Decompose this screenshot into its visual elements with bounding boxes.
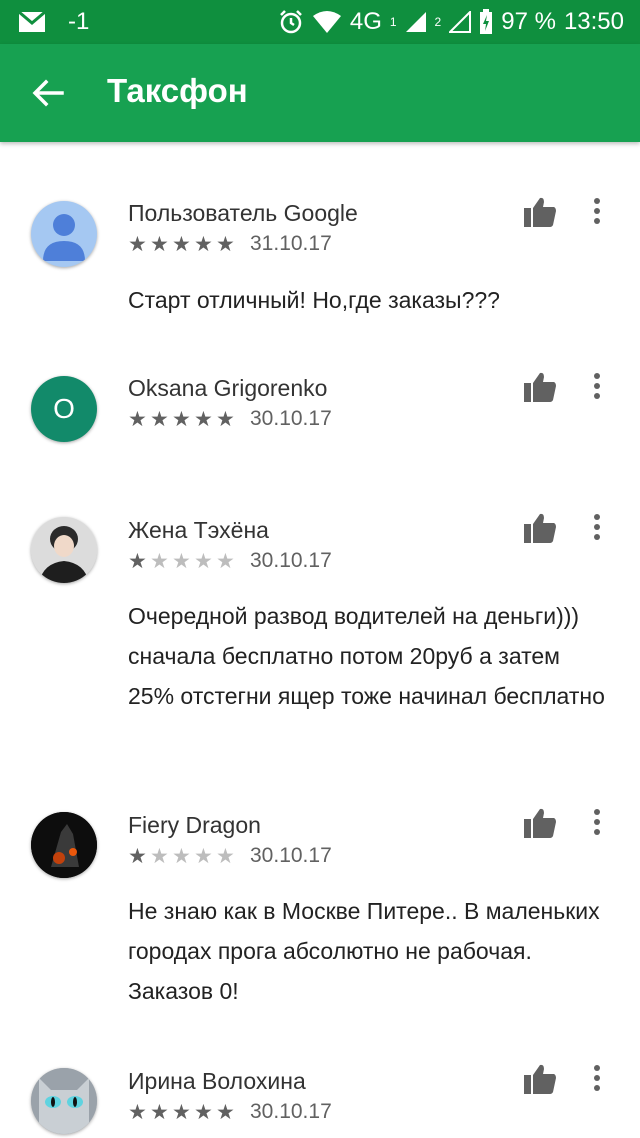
rating-stars: ★ ★ ★ ★ ★ <box>128 844 235 868</box>
avatar <box>31 812 97 878</box>
rating-stars: ★ ★ ★ ★ ★ <box>128 549 235 573</box>
clock: 13:50 <box>563 8 624 35</box>
rating-stars: ★ ★ ★ ★ ★ <box>128 1100 235 1124</box>
user-photo-icon <box>31 517 97 583</box>
page-title: Таксфон <box>107 72 248 109</box>
review-item: O Oksana Grigorenko ★ ★ ★ ★ ★ 30.10.17 <box>0 342 640 492</box>
review-meta: ★ ★ ★ ★ ★ 31.10.17 <box>128 232 332 256</box>
thumbs-up-icon[interactable] <box>523 807 557 839</box>
more-options-button[interactable] <box>582 510 612 544</box>
review-author: Oksana Grigorenko <box>128 375 328 401</box>
review-author: Fiery Dragon <box>128 812 261 838</box>
default-user-icon <box>43 214 85 261</box>
thumbs-up-icon[interactable] <box>523 512 557 544</box>
review-date: 30.10.17 <box>250 1100 332 1123</box>
wifi-icon <box>312 11 341 33</box>
review-date: 31.10.17 <box>250 232 332 255</box>
review-meta: ★ ★ ★ ★ ★ 30.10.17 <box>128 407 332 431</box>
more-options-button[interactable] <box>582 1061 612 1095</box>
more-options-button[interactable] <box>582 369 612 403</box>
review-item: Fiery Dragon ★ ★ ★ ★ ★ 30.10.17 Не знаю как … <box>0 787 640 1042</box>
review-date: 30.10.17 <box>250 844 332 867</box>
battery-charging-icon <box>480 9 493 34</box>
review-text: Старт отличный! Но,где заказы??? <box>128 287 500 313</box>
notification-count: -1 <box>68 8 90 35</box>
avatar: O <box>31 376 97 442</box>
sim2-label: 2 <box>434 15 442 29</box>
app-bar: Таксфон <box>0 44 640 142</box>
status-bar: -1 4G 1 2 97 % 13:50 <box>0 0 640 44</box>
review-meta: ★ ★ ★ ★ ★ 30.10.17 <box>128 1100 332 1124</box>
network-type: 4G <box>349 8 382 35</box>
gmail-icon <box>18 11 46 32</box>
more-options-button[interactable] <box>582 194 612 228</box>
review-author: Жена Тэхёна <box>128 517 269 543</box>
avatar-letter: O <box>53 393 75 424</box>
review-item: Жена Тэхёна ★ ★ ★ ★ ★ 30.10.17 Очередной раз… <box>0 492 640 787</box>
thumbs-up-icon[interactable] <box>523 1063 557 1095</box>
review-text: Не знаю как в Москве Питере.. В маленьки… <box>128 898 600 1004</box>
review-text: Очередной развод водителей на деньги))) … <box>128 603 605 709</box>
thumbs-up-icon[interactable] <box>523 371 557 403</box>
battery-level: 97 % <box>501 8 556 35</box>
avatar <box>31 517 97 583</box>
review-item: Пользователь Google ★ ★ ★ ★ ★ 31.10.17 Старт… <box>0 142 640 342</box>
signal-icon <box>405 12 426 32</box>
avatar <box>31 1068 97 1134</box>
sim1-label: 1 <box>389 15 397 29</box>
rating-stars: ★ ★ ★ ★ ★ <box>128 232 235 256</box>
avatar <box>31 201 97 267</box>
rating-stars: ★ ★ ★ ★ ★ <box>128 407 235 431</box>
review-meta: ★ ★ ★ ★ ★ 30.10.17 <box>128 844 332 868</box>
back-arrow-icon[interactable] <box>28 73 68 113</box>
review-author: Ирина Волохина <box>128 1068 306 1094</box>
review-author: Пользователь Google <box>128 200 358 226</box>
signal-empty-icon <box>449 11 472 33</box>
review-date: 30.10.17 <box>250 407 332 430</box>
cat-photo-icon <box>31 1068 97 1134</box>
review-date: 30.10.17 <box>250 549 332 572</box>
review-meta: ★ ★ ★ ★ ★ 30.10.17 <box>128 549 332 573</box>
review-item: Ирина Волохина ★ ★ ★ ★ ★ 30.10.17 <box>0 1042 640 1138</box>
more-options-button[interactable] <box>582 805 612 839</box>
alarm-icon <box>279 10 302 34</box>
thumbs-up-icon[interactable] <box>523 196 557 228</box>
dragon-photo-icon <box>31 812 97 878</box>
